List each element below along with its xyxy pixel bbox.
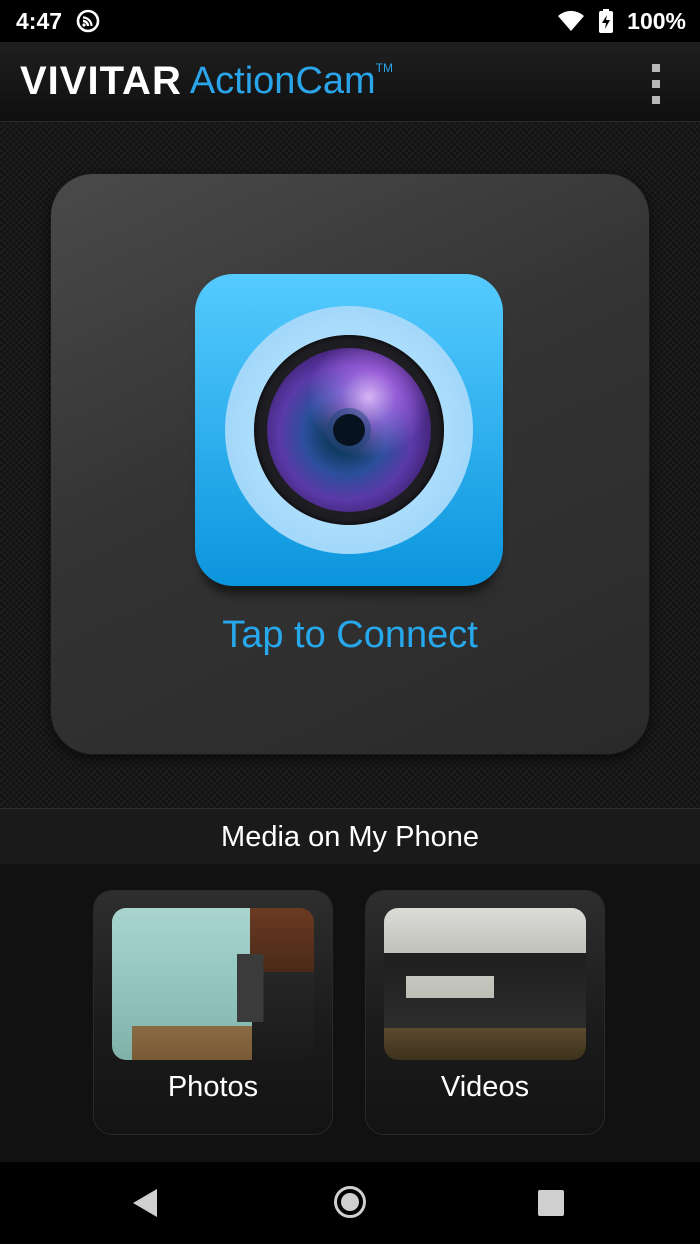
lens-outer [254,335,444,525]
trademark-symbol: TM [375,60,393,75]
videos-thumbnail [384,908,586,1060]
media-section-header: Media on My Phone [0,808,700,866]
status-left: 4:47 [16,8,100,35]
photos-thumbnail [112,908,314,1060]
status-time: 4:47 [16,7,63,34]
battery-percent: 100% [627,7,686,34]
system-nav-bar [0,1162,700,1244]
lens-ring [225,306,473,554]
videos-button[interactable]: Videos [366,891,604,1134]
recents-icon[interactable] [538,1190,564,1216]
home-icon[interactable] [334,1186,366,1218]
videos-label: Videos [440,1071,530,1103]
cast-icon [76,9,100,33]
tap-to-connect-button[interactable]: Tap to Connect [51,174,649,754]
wifi-icon [558,10,585,31]
connect-label: Tap to Connect [222,614,478,656]
overflow-menu-icon[interactable] [650,64,662,104]
photos-button[interactable]: Photos [94,891,332,1134]
brand-name: VIVITAR [20,59,182,103]
status-bar: 4:47 100% [0,0,700,42]
media-section: Photos Videos [0,864,700,1162]
photos-label: Photos [167,1071,259,1103]
status-right: 100% [557,8,686,35]
lens-glass [267,348,431,512]
lens-pupil [333,414,365,446]
back-icon[interactable] [133,1189,157,1217]
product-name: ActionCam [189,60,376,102]
connect-section: Tap to Connect [0,122,700,808]
camera-lens-icon [195,274,503,586]
app-bar: VIVITAR ActionCam TM [0,42,700,122]
battery-charging-icon [599,9,614,33]
